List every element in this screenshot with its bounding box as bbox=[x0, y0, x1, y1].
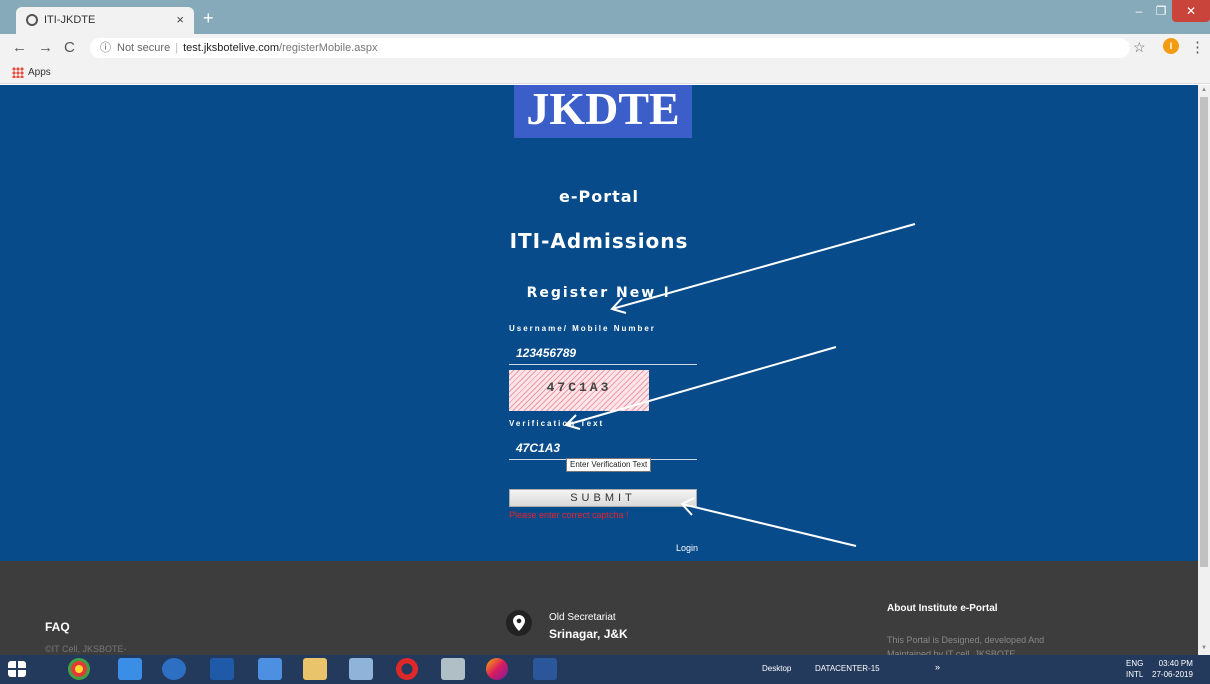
new-tab-button[interactable]: + bbox=[203, 8, 214, 29]
browser-toolbar: ← → C ⓘ Not secure | test.jksbotelive.com/r… bbox=[0, 34, 1210, 62]
arrow-to-register bbox=[610, 223, 916, 314]
file-explorer-icon[interactable] bbox=[303, 658, 327, 680]
bluetooth-icon[interactable] bbox=[210, 658, 234, 680]
browser-tab[interactable]: ITI-JKDTE × bbox=[16, 7, 194, 34]
app-icon[interactable] bbox=[258, 658, 282, 680]
annotation-arrows bbox=[564, 223, 916, 547]
paint-app-icon[interactable] bbox=[486, 658, 508, 680]
system-clock[interactable]: 03:40 PM 27-06-2019 bbox=[1152, 658, 1193, 680]
reload-button[interactable]: C bbox=[64, 39, 75, 56]
globe-icon bbox=[26, 14, 38, 26]
footer: FAQ ©IT Cell, JKSBOTE- Old Secretariat S… bbox=[0, 561, 1198, 655]
about-text: This Portal is Designed, developed And M… bbox=[887, 635, 1045, 655]
internet-explorer-icon[interactable] bbox=[162, 658, 186, 680]
chrome-menu-icon[interactable]: ⋮ bbox=[1190, 38, 1205, 56]
lang-layout: INTL bbox=[1126, 670, 1144, 679]
media-icon[interactable] bbox=[349, 658, 373, 680]
restore-button[interactable]: ❐ bbox=[1150, 0, 1172, 22]
lang-code: ENG bbox=[1126, 659, 1144, 668]
opera-icon[interactable] bbox=[396, 658, 418, 680]
address-bar[interactable]: ⓘ Not secure | test.jksbotelive.com/registe… bbox=[90, 38, 1130, 58]
copyright-text: ©IT Cell, JKSBOTE- bbox=[45, 644, 127, 654]
scroll-down-arrow-icon[interactable]: ▼ bbox=[1201, 645, 1207, 651]
hero-section: JKDTE e-Portal ITI-Admissions Register N… bbox=[0, 85, 1198, 561]
url-path: /registerMobile.aspx bbox=[279, 42, 378, 54]
back-button[interactable]: ← bbox=[12, 39, 27, 56]
browser-tab-bar: ITI-JKDTE × + – ❐ ✕ bbox=[0, 0, 1210, 34]
bookmark-star-icon[interactable]: ☆ bbox=[1133, 39, 1146, 56]
minimize-button[interactable]: – bbox=[1128, 0, 1150, 22]
address-line-2: Srinagar, J&K bbox=[549, 627, 628, 641]
tab-close-icon[interactable]: × bbox=[176, 12, 184, 27]
tray-overflow-icon[interactable]: » bbox=[935, 662, 940, 672]
info-icon[interactable]: ⓘ bbox=[100, 38, 111, 58]
datacenter-label[interactable]: DATACENTER-15 bbox=[815, 664, 880, 673]
security-label: Not secure bbox=[117, 42, 171, 54]
printer-icon[interactable] bbox=[441, 658, 465, 680]
ie-edge-icon[interactable] bbox=[118, 658, 142, 680]
desktop-toolbar-label[interactable]: Desktop bbox=[762, 664, 791, 673]
windows-start-icon[interactable] bbox=[8, 661, 26, 677]
tab-title: ITI-JKDTE bbox=[44, 14, 96, 26]
scrollbar-thumb[interactable] bbox=[1200, 97, 1208, 567]
scroll-up-arrow-icon[interactable]: ▲ bbox=[1201, 87, 1207, 93]
url-host: test.jksbotelive.com bbox=[183, 42, 280, 54]
about-heading: About Institute e-Portal bbox=[887, 603, 998, 614]
faq-link[interactable]: FAQ bbox=[45, 620, 70, 634]
page-viewport: JKDTE e-Portal ITI-Admissions Register N… bbox=[0, 85, 1198, 655]
arrow-to-verification bbox=[564, 346, 837, 430]
clock-date: 27-06-2019 bbox=[1152, 670, 1193, 679]
address-line-1: Old Secretariat bbox=[549, 612, 616, 623]
profile-avatar[interactable]: I bbox=[1163, 38, 1179, 54]
language-indicator[interactable]: ENG INTL bbox=[1126, 658, 1143, 680]
word-icon[interactable] bbox=[533, 658, 557, 680]
clock-time: 03:40 PM bbox=[1158, 659, 1193, 668]
forward-button[interactable]: → bbox=[38, 39, 53, 56]
bookmarks-bar: Apps bbox=[0, 62, 1210, 84]
arrow-to-submit bbox=[680, 497, 857, 547]
apps-bookmark[interactable]: Apps bbox=[28, 67, 51, 78]
location-pin-icon bbox=[506, 610, 532, 636]
page-scrollbar[interactable]: ▲ ▼ bbox=[1198, 85, 1210, 655]
apps-grid-icon[interactable] bbox=[12, 67, 24, 78]
close-window-button[interactable]: ✕ bbox=[1172, 0, 1210, 22]
windows-taskbar: Desktop DATACENTER-15 » ENG INTL 03:40 P… bbox=[0, 655, 1210, 684]
chrome-icon[interactable] bbox=[68, 658, 90, 680]
